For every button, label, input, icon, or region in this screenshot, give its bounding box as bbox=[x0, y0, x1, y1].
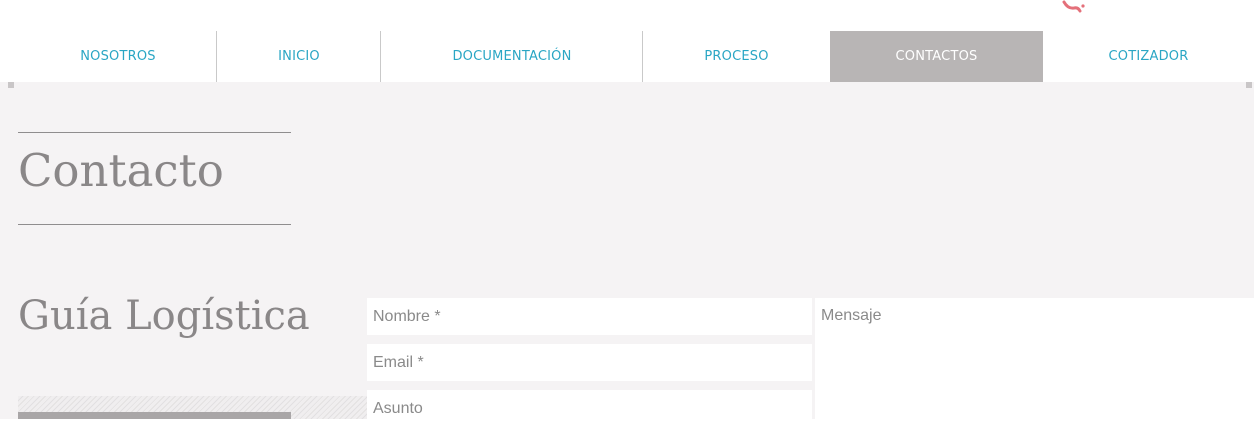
nav-item-cotizador[interactable]: COTIZADOR bbox=[1043, 31, 1254, 82]
page-title: Contacto bbox=[18, 144, 224, 197]
name-input[interactable] bbox=[367, 298, 812, 335]
panel-corner-mark-left bbox=[8, 82, 14, 88]
logo-fragment-icon bbox=[1062, 0, 1085, 13]
section-bar bbox=[18, 412, 291, 419]
panel-corner-mark-right bbox=[1246, 82, 1252, 88]
title-rule-top bbox=[18, 132, 291, 133]
email-input[interactable] bbox=[367, 344, 812, 381]
nav-item-documentacion[interactable]: DOCUMENTACIÓN bbox=[381, 31, 643, 82]
main-navigation: NOSOTROS INICIO DOCUMENTACIÓN PROCESO CO… bbox=[19, 31, 1254, 82]
nav-item-contactos[interactable]: CONTACTOS bbox=[830, 31, 1043, 82]
title-rule-bottom bbox=[18, 224, 291, 225]
subject-input[interactable] bbox=[367, 390, 812, 427]
nav-item-nosotros[interactable]: NOSOTROS bbox=[19, 31, 217, 82]
message-textarea[interactable] bbox=[815, 298, 1254, 419]
nav-item-inicio[interactable]: INICIO bbox=[217, 31, 381, 82]
section-title: Guía Logística bbox=[18, 293, 310, 339]
nav-item-proceso[interactable]: PROCESO bbox=[643, 31, 830, 82]
